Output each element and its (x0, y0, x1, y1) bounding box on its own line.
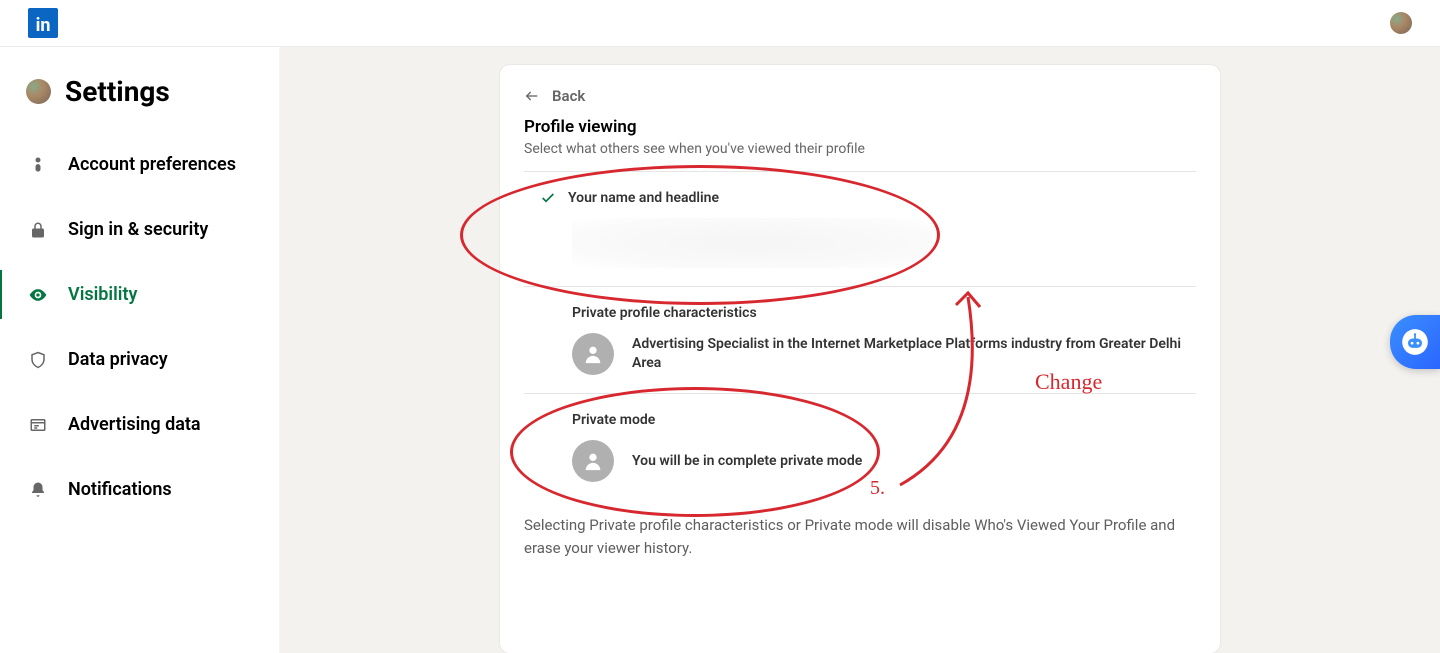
card-title: Profile viewing (524, 117, 1196, 137)
user-icon (28, 155, 48, 175)
sidebar-item-label: Data privacy (68, 349, 168, 370)
sidebar-item-sign-in-security[interactable]: Sign in & security (0, 197, 279, 262)
option-private-mode[interactable]: Private mode You will be in complete pri… (524, 393, 1196, 500)
sidebar-item-visibility[interactable]: Visibility (0, 262, 279, 327)
sidebar-item-label: Account preferences (68, 154, 236, 175)
option-title: Private mode (572, 412, 1196, 428)
sidebar: Settings Account preferences Sign in & s… (0, 47, 280, 653)
sidebar-item-label: Visibility (68, 284, 137, 305)
sidebar-item-label: Notifications (68, 479, 172, 500)
linkedin-logo[interactable]: in (28, 8, 58, 38)
lock-icon (28, 220, 48, 240)
option-body: Advertising Specialist in the Internet M… (572, 333, 1196, 375)
back-button[interactable]: Back (524, 87, 1196, 105)
option-name-headline[interactable]: Your name and headline (524, 171, 1196, 286)
disclosure-text: Selecting Private profile characteristic… (524, 500, 1196, 559)
anonymous-avatar-icon (572, 440, 614, 482)
option-title: Private profile characteristics (572, 305, 1196, 321)
sidebar-item-advertising-data[interactable]: Advertising data (0, 392, 279, 457)
avatar[interactable] (1390, 12, 1412, 34)
option-title: Your name and headline (572, 190, 1196, 206)
back-label: Back (552, 87, 585, 105)
page-title: Settings (65, 75, 170, 108)
redacted-preview (572, 218, 932, 268)
sidebar-item-account-preferences[interactable]: Account preferences (0, 132, 279, 197)
option-body: You will be in complete private mode (572, 440, 1196, 482)
anonymous-avatar-icon (572, 333, 614, 375)
arrow-left-icon (524, 88, 540, 104)
eye-icon (28, 285, 48, 305)
check-icon (540, 190, 556, 206)
settings-card: Back Profile viewing Select what others … (500, 65, 1220, 653)
sidebar-header: Settings (0, 67, 279, 132)
bot-icon (1401, 328, 1429, 356)
option-private-characteristics[interactable]: Private profile characteristics Advertis… (524, 286, 1196, 393)
sidebar-item-label: Sign in & security (68, 219, 208, 240)
card-subtitle: Select what others see when you've viewe… (524, 141, 1196, 157)
option-body (572, 218, 1196, 268)
newspaper-icon (28, 415, 48, 435)
bell-icon (28, 480, 48, 500)
sidebar-item-notifications[interactable]: Notifications (0, 457, 279, 522)
sidebar-item-data-privacy[interactable]: Data privacy (0, 327, 279, 392)
option-description: You will be in complete private mode (632, 452, 862, 471)
shield-icon (28, 350, 48, 370)
floating-chat-button[interactable] (1390, 315, 1440, 369)
topbar: in (0, 0, 1440, 47)
option-description: Advertising Specialist in the Internet M… (632, 335, 1196, 373)
sidebar-item-label: Advertising data (68, 414, 201, 435)
avatar-icon (26, 79, 51, 104)
main-content: Back Profile viewing Select what others … (280, 47, 1440, 653)
